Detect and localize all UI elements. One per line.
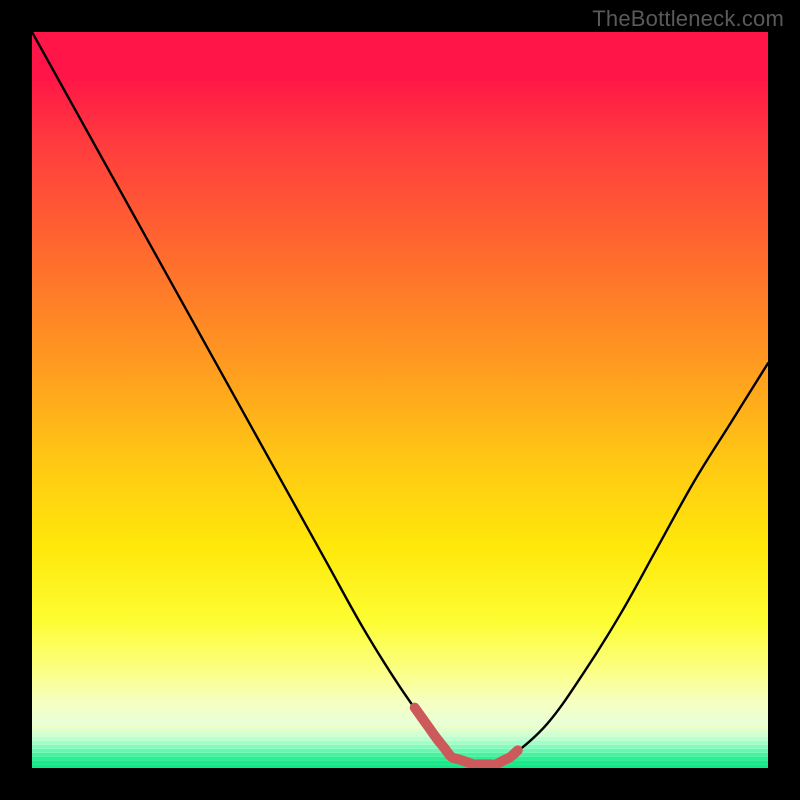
watermark-text: TheBottleneck.com bbox=[592, 6, 784, 32]
bottleneck-curve-path bbox=[32, 32, 768, 765]
curve-group bbox=[32, 32, 768, 765]
chart-frame: TheBottleneck.com bbox=[0, 0, 800, 800]
plot-area bbox=[32, 32, 768, 768]
curve-svg bbox=[32, 32, 768, 768]
highlight-segment-path bbox=[415, 708, 518, 765]
